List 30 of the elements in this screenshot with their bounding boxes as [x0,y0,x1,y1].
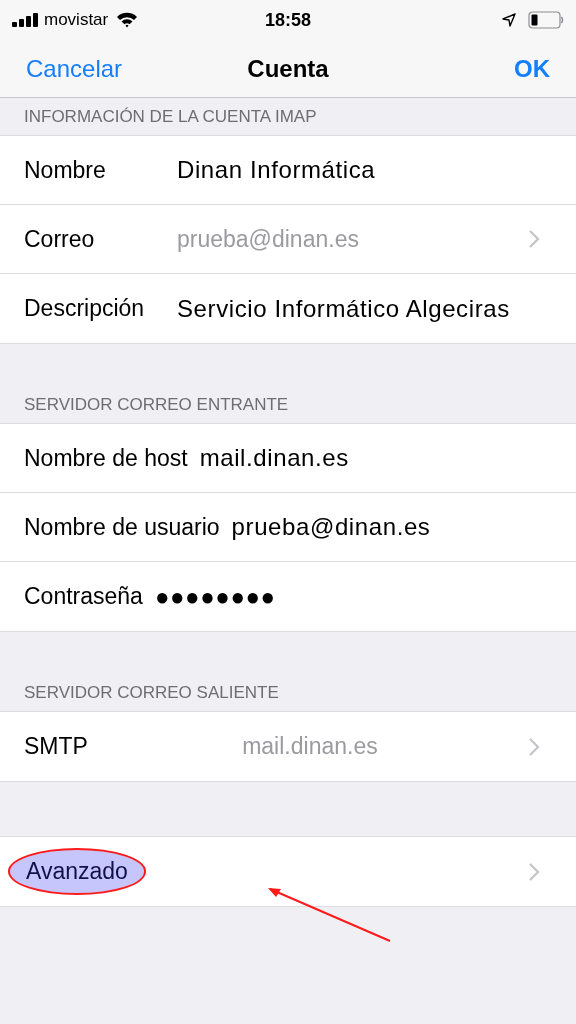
row-value: prueba@dinan.es [177,224,359,254]
field-value[interactable]: mail.dinan.es [199,440,349,476]
chevron-icon [528,861,540,882]
section-header: INFORMACIÓN DE LA CUENTA IMAP [24,105,317,128]
row-label: Descripción [24,294,146,324]
chevron-icon [528,229,540,249]
signal-icon [12,13,40,27]
page-title: Cuenta [247,53,329,84]
row-label: Nombre [24,155,107,185]
section-header: SERVIDOR CORREO ENTRANTE [24,393,289,416]
battery-icon [528,11,564,29]
field-value[interactable]: Servicio Informático Algeciras [177,290,510,327]
cancel-button[interactable]: Cancelar [26,50,123,87]
highlighted-label: Avanzado [8,848,146,895]
clock-time: 18:58 [265,8,311,32]
row-label: Nombre de host [24,443,188,473]
row-value: mail.dinan.es [242,732,378,762]
field-value[interactable]: Dinan Informática [177,152,376,188]
section-header: SERVIDOR CORREO SALIENTE [24,681,279,704]
field-value[interactable]: prueba@dinan.es [231,509,431,545]
row-label: Correo [24,224,96,254]
row-label: Nombre de usuario [24,512,220,542]
location-arrow-icon [502,13,516,27]
field-value[interactable]: ●●●●●●●● [154,578,276,615]
chevron-icon [528,736,540,757]
row-label: Contraseña [24,582,143,612]
wifi-icon [116,12,139,28]
ok-button[interactable]: OK [514,50,550,87]
row-label: SMTP [24,732,88,762]
carrier-name: movistar [44,9,109,32]
